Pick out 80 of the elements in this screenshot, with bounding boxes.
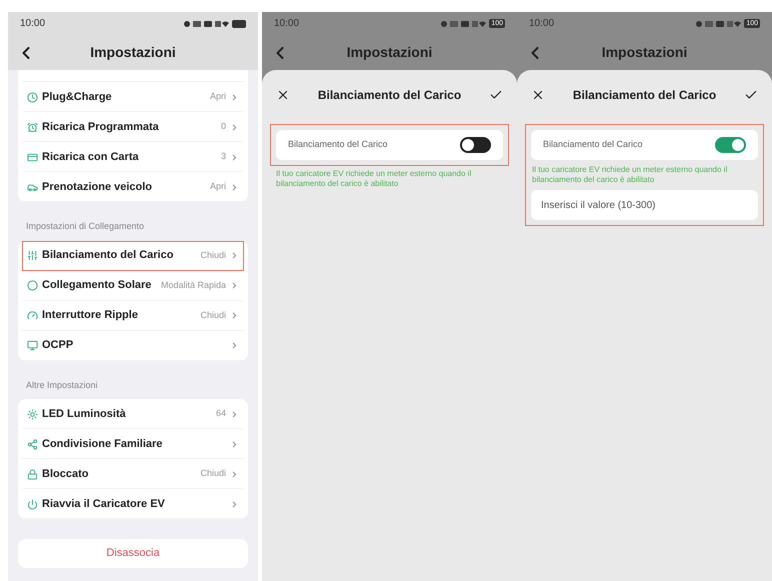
settings-row[interactable]: LED Luminosità 64: [22, 399, 244, 429]
row-label: Prenotazione veicolo: [42, 180, 152, 195]
monitor-icon: [27, 340, 38, 351]
toggle-label: Bilanciamento del Carico: [288, 138, 388, 152]
row-value: 0: [220, 120, 226, 134]
row-value: Chiudi: [200, 308, 226, 322]
chevron-icon: [230, 251, 239, 260]
chevron-icon: [230, 182, 239, 192]
circle-icon: [27, 280, 38, 291]
sheet-title: Bilanciamento del Carico: [572, 87, 716, 104]
helper-text: Il tuo caricatore EV richiede un meter esterno quando il bilanciamento del carico è abilitato: [275, 169, 472, 189]
settings-row[interactable]: OCPP: [22, 330, 244, 360]
chevron-icon: [230, 311, 239, 320]
header-title: Impostazioni: [346, 43, 432, 62]
status-icons: [695, 20, 742, 28]
settings-row[interactable]: Plug&Charge Apri: [22, 82, 244, 112]
settings-row[interactable]: Riavvia il Caricatore EV: [22, 489, 244, 519]
settings-row[interactable]: Prenotazione veicolo Apri: [22, 172, 244, 202]
sheet-title: Bilanciamento del Carico: [318, 87, 462, 104]
gauge-icon: [27, 310, 38, 321]
row-label: Riavvia il Caricatore EV: [42, 496, 165, 512]
settings-row[interactable]: Ricarica con Carta 3: [22, 142, 244, 172]
power-icon: [27, 498, 38, 510]
row-value: 3: [220, 150, 226, 164]
row-value: 64: [216, 407, 226, 420]
chevron-icon: [230, 500, 239, 508]
settings-row[interactable]: Ricarica Programmata 0: [22, 112, 244, 142]
row-label: LED Luminosità: [42, 406, 126, 422]
row-value: Modalità Rapida: [160, 278, 226, 292]
chevron-icon: [230, 470, 239, 478]
clock-icon: [27, 92, 38, 102]
row-value: Chiudi: [200, 248, 226, 262]
header-title: Impostazioni: [602, 43, 688, 62]
value-input[interactable]: Inserisci il valore (10-300): [531, 190, 758, 220]
chevron-icon: [230, 440, 239, 448]
section-label: Impostazioni di Collegamento: [25, 220, 146, 233]
header-title: Impostazioni: [90, 43, 176, 62]
row-value: Chiudi: [200, 467, 226, 480]
settings-row[interactable]: Bloccato Chiudi: [22, 459, 244, 489]
lock-icon: [27, 468, 38, 480]
row-label: Plug&Charge: [42, 90, 112, 105]
settings-row[interactable]: Collegamento Solare Modalità Rapida: [22, 270, 244, 300]
alarm-clock-icon: [27, 122, 38, 132]
close-icon[interactable]: [276, 88, 290, 102]
chevron-icon: [230, 341, 239, 350]
sliders-icon: [27, 250, 38, 261]
toggle-switch[interactable]: [460, 137, 491, 153]
toggle-label: Bilanciamento del Carico: [543, 138, 643, 152]
row-value: Apri: [210, 90, 226, 104]
chevron-icon: [230, 122, 239, 132]
status-icons: [183, 20, 229, 28]
settings-row[interactable]: Condivisione Familiare: [22, 429, 244, 459]
chevron-icon: [230, 92, 239, 102]
sun-icon: [27, 408, 38, 420]
row-label: Collegamento Solare: [42, 278, 152, 294]
settings-row[interactable]: Bilanciamento del Carico Chiudi: [22, 240, 244, 270]
chevron-icon: [230, 152, 239, 162]
status-time: 10:00: [274, 17, 300, 31]
settings-row[interactable]: Interruttore Ripple Chiudi: [22, 300, 244, 330]
row-label: Bilanciamento del Carico: [42, 248, 174, 264]
helper-text: Il tuo caricatore EV richiede un meter esterno quando il bilanciamento del carico è abilitato: [531, 165, 728, 185]
battery-icon: [232, 20, 246, 28]
card-icon: [27, 152, 38, 162]
section-label: Altre Impostazioni: [25, 378, 99, 392]
row-label: OCPP: [42, 338, 74, 354]
status-icons: [440, 20, 486, 28]
status-time: 10:00: [529, 17, 554, 31]
toggle-switch[interactable]: [715, 137, 746, 153]
row-value: Apri: [210, 180, 226, 194]
unpair-button[interactable]: Disassocia: [18, 539, 248, 568]
row-label: Interruttore Ripple: [42, 308, 138, 324]
share-icon: [27, 438, 38, 450]
row-label: Ricarica Programmata: [42, 120, 159, 135]
row-label: Ricarica con Carta: [42, 150, 139, 165]
row-label: Bloccato: [42, 466, 88, 482]
chevron-icon: [230, 410, 239, 418]
chevron-icon: [230, 281, 239, 290]
close-icon[interactable]: [531, 88, 545, 102]
row-label: Condivisione Familiare: [42, 436, 162, 452]
status-time: 10:00: [20, 17, 46, 31]
